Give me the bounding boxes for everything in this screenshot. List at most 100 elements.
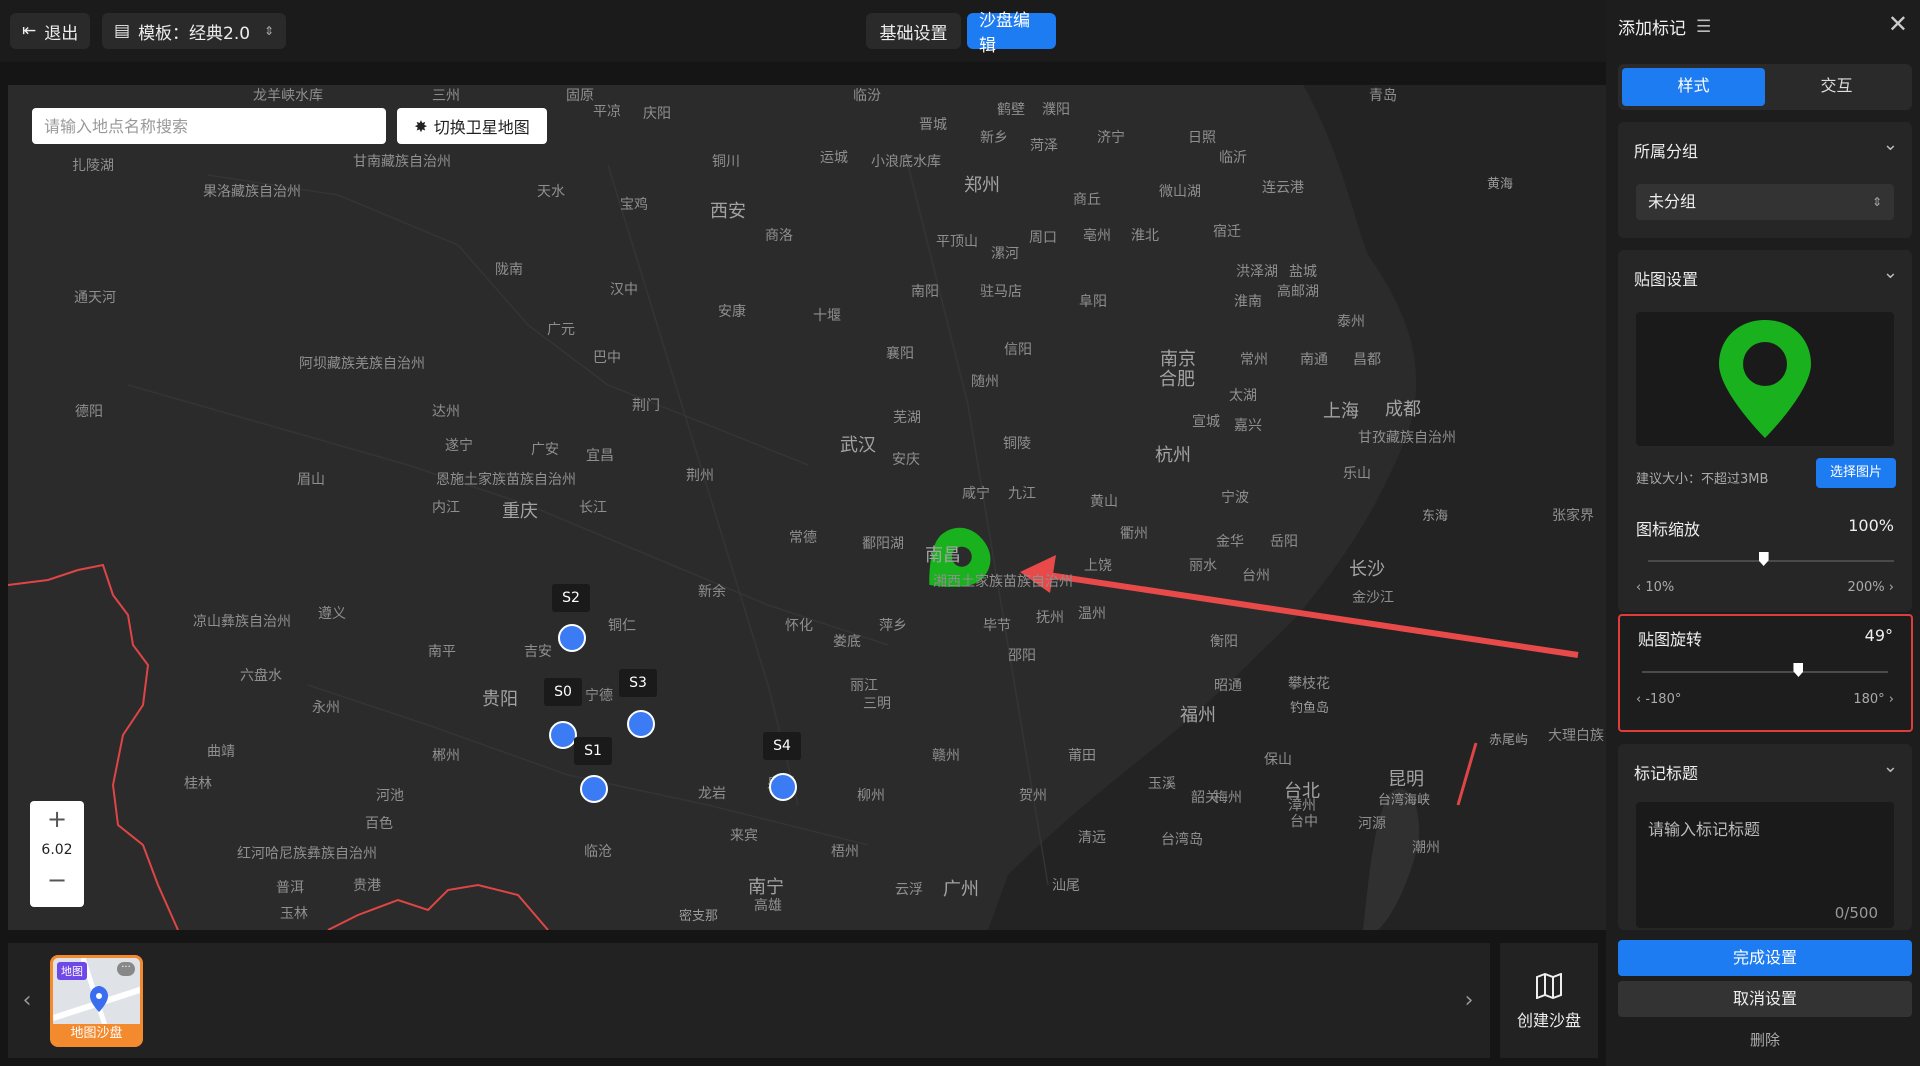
rotation-value: 49° (1864, 626, 1893, 645)
place-label: 襄阳 (886, 346, 914, 362)
cancel-button[interactable]: 取消设置 (1618, 981, 1912, 1017)
place-label: 武汉 (840, 435, 876, 456)
map-canvas[interactable]: 龙羊峡水库 三州 固原 平凉 庆阳 临汾 晋城 鹤壁 濮阳 青岛 扎陵湖 甘南藏族自治州 铜川 运城 小浪底… (8, 85, 1606, 930)
tab-style[interactable]: 样式 (1622, 68, 1765, 106)
place-label: 重庆 (502, 501, 538, 522)
place-label: 衢州 (1120, 526, 1148, 542)
green-pin-icon (1719, 320, 1811, 438)
place-label: 抚州 (1036, 610, 1064, 626)
delete-button[interactable]: 删除 (1618, 1029, 1912, 1057)
place-label: 通天河 (74, 290, 116, 306)
strip-next-button[interactable]: › (1456, 943, 1482, 1058)
scale-increase-button[interactable]: 200% › (1847, 580, 1894, 595)
scale-slider-knob[interactable] (1758, 552, 1769, 566)
map-marker-s0[interactable] (549, 721, 577, 749)
pick-image-button[interactable]: 选择图片 (1816, 458, 1896, 488)
place-label: 济宁 (1097, 130, 1125, 146)
exit-button[interactable]: ⇤ 退出 (10, 13, 91, 49)
place-label: 新余 (698, 584, 726, 600)
create-sandbox-button[interactable]: 创建沙盘 (1500, 943, 1598, 1058)
place-label: 湘西土家族苗族自治州 (933, 574, 1073, 590)
scale-decrease-button[interactable]: ‹ 10% (1636, 580, 1674, 595)
place-label: 丽江 (850, 678, 878, 694)
place-label: 长沙 (1349, 559, 1385, 580)
place-label: 青岛 (1369, 88, 1397, 104)
scale-title: 图标缩放 (1636, 520, 1701, 539)
map-marker-s3[interactable] (627, 710, 655, 738)
place-label: 宜昌 (586, 448, 614, 464)
place-label: 广州 (943, 879, 979, 900)
scale-slider-track[interactable] (1648, 560, 1894, 562)
marker-label: S4 (763, 732, 801, 760)
zoom-in-button[interactable]: + (30, 801, 84, 837)
more-icon[interactable]: ··· (117, 962, 135, 976)
place-label: 清远 (1078, 830, 1106, 846)
zoom-out-button[interactable]: − (30, 863, 84, 899)
place-label: 台州 (1242, 568, 1270, 584)
chevron-down-icon[interactable]: ⌄ (1883, 756, 1898, 777)
tab-basic-settings[interactable]: 基础设置 (866, 13, 961, 49)
place-label: 钓鱼岛 (1290, 701, 1330, 716)
rotation-min: -180° (1645, 692, 1682, 707)
map-background (8, 85, 1606, 930)
place-label: 临汾 (853, 88, 881, 104)
place-label: 咸宁 (962, 486, 990, 502)
list-indent-icon[interactable]: ☰ (1696, 17, 1711, 37)
place-label: 台湾海峡 (1378, 793, 1431, 808)
chevron-down-icon[interactable]: ⌄ (1883, 262, 1898, 283)
chevron-down-icon[interactable]: ⌄ (1883, 134, 1898, 155)
place-label: 河源 (1358, 816, 1386, 832)
map-marker-s2[interactable] (558, 624, 586, 652)
marker-label: S0 (544, 678, 582, 706)
rotation-max: 180° (1853, 692, 1885, 707)
satellite-toggle-button[interactable]: ✸ 切换卫星地图 (397, 108, 547, 144)
rotation-section: 贴图旋转 49° ‹ -180° 180° › (1618, 614, 1913, 732)
template-select[interactable]: ▤ 模板：经典2.0 ⇕ (102, 13, 286, 49)
place-label: 亳州 (1083, 228, 1111, 244)
rotation-slider-knob[interactable] (1793, 663, 1804, 677)
rotation-increase-button[interactable]: 180° › (1853, 692, 1894, 707)
place-label: 密支那 (679, 909, 719, 924)
map-marker-s1[interactable] (580, 775, 608, 803)
place-label: 玉林 (280, 906, 308, 922)
place-label: 永州 (312, 700, 340, 716)
sandbox-thumbnail[interactable]: 地图 ··· 地图沙盘 (50, 955, 143, 1047)
done-button[interactable]: 完成设置 (1618, 940, 1912, 976)
place-label: 达州 (432, 404, 460, 420)
place-label: 贺州 (1019, 788, 1047, 804)
rotation-decrease-button[interactable]: ‹ -180° (1636, 692, 1681, 707)
group-select[interactable]: 未分组 ⇕ (1636, 184, 1894, 220)
place-label: 梧州 (831, 844, 859, 860)
place-label: 宁波 (1221, 490, 1249, 506)
strip-prev-button[interactable]: ‹ (14, 943, 40, 1058)
marker-title-placeholder: 请输入标记标题 (1648, 820, 1761, 839)
place-label: 嘉兴 (1234, 418, 1262, 434)
marker-title-input[interactable]: 请输入标记标题 0/500 (1636, 802, 1894, 928)
place-label: 玉溪 (1148, 776, 1176, 792)
map-marker-s4[interactable] (769, 773, 797, 801)
place-label: 莆田 (1068, 748, 1096, 764)
group-section: 所属分组 ⌄ 未分组 ⇕ (1618, 122, 1912, 238)
place-label: 安康 (718, 304, 746, 320)
place-label: 龙羊峡水库 (253, 88, 323, 104)
top-bar: ⇤ 退出 ▤ 模板：经典2.0 ⇕ 基础设置 沙盘编辑 (0, 0, 1606, 62)
place-label: 上海 (1323, 401, 1359, 422)
map-search-input[interactable] (32, 108, 386, 144)
place-label: 贵阳 (482, 689, 518, 710)
close-icon[interactable]: ✕ (1888, 10, 1908, 38)
place-label: 小浪底水库 (871, 154, 941, 170)
place-label: 甘南藏族自治州 (353, 154, 451, 170)
tab-interaction[interactable]: 交互 (1765, 68, 1908, 106)
place-label: 普洱 (276, 880, 304, 896)
place-label: 萍乡 (879, 618, 907, 634)
tab-sandbox-edit[interactable]: 沙盘编辑 (967, 11, 1056, 56)
group-value: 未分组 (1648, 192, 1697, 211)
title-section: 标记标题 ⌄ 请输入标记标题 0/500 (1618, 744, 1912, 930)
scale-min: 10% (1645, 580, 1675, 595)
rotation-slider-track[interactable] (1642, 671, 1888, 673)
place-label: 天水 (537, 184, 565, 200)
place-label: 吉安 (524, 644, 552, 660)
rotation-range: ‹ -180° 180° › (1636, 692, 1894, 707)
place-label: 宝鸡 (620, 197, 648, 213)
place-label: 驻马店 (980, 284, 1022, 300)
